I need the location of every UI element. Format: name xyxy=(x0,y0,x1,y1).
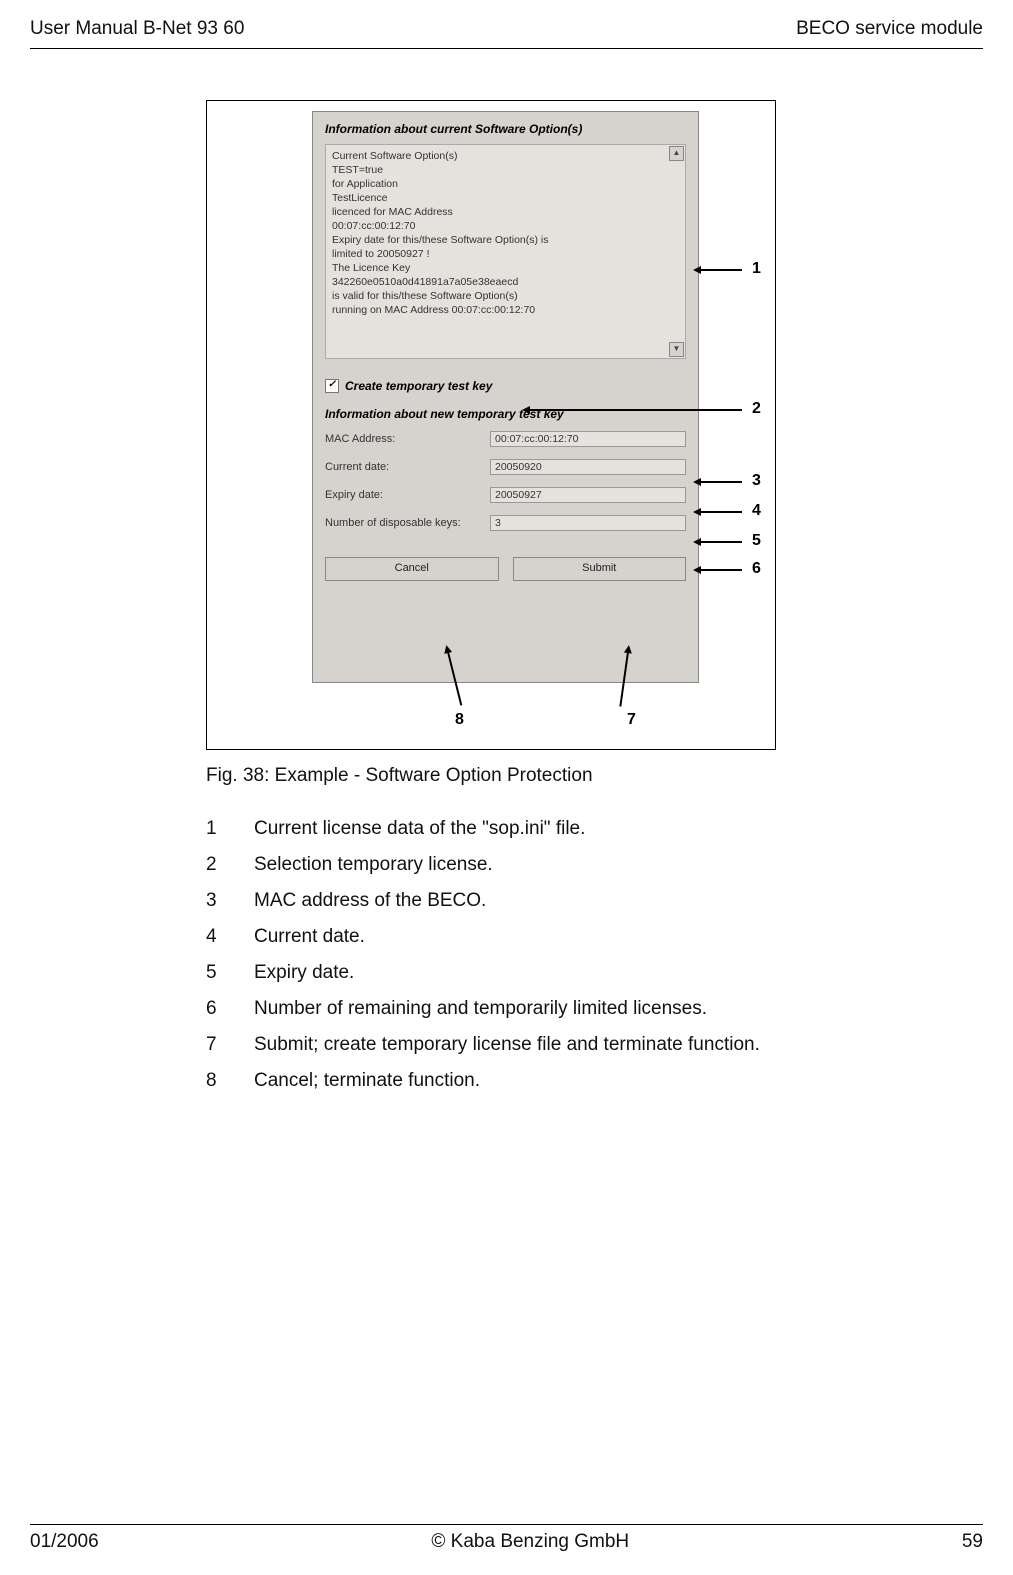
checkbox-row[interactable]: ✓ Create temporary test key xyxy=(325,379,686,393)
callout-7: 7 xyxy=(627,711,636,729)
legend-num: 6 xyxy=(206,998,254,1020)
arrow-icon xyxy=(700,569,742,571)
disposable-keys-field[interactable]: 3 xyxy=(490,515,686,531)
arrow-icon xyxy=(700,541,742,543)
field-label: Expiry date: xyxy=(325,489,490,501)
field-label: Current date: xyxy=(325,461,490,473)
arrow-icon xyxy=(700,511,742,513)
field-mac: MAC Address: 00:07:cc:00:12:70 xyxy=(325,431,686,447)
callout-5: 5 xyxy=(752,532,761,550)
footer-copyright: © Kaba Benzing GmbH xyxy=(431,1531,629,1553)
info-line: is valid for this/these Software Option(… xyxy=(332,289,679,303)
legend-item: 4 Current date. xyxy=(206,926,760,948)
info-line: running on MAC Address 00:07:cc:00:12:70 xyxy=(332,303,679,317)
checkbox-label: Create temporary test key xyxy=(345,379,492,393)
current-date-field[interactable]: 20050920 xyxy=(490,459,686,475)
legend-num: 5 xyxy=(206,962,254,984)
legend-text: Current license data of the "sop.ini" fi… xyxy=(254,818,585,840)
expiry-date-field[interactable]: 20050927 xyxy=(490,487,686,503)
legend-text: Selection temporary license. xyxy=(254,854,493,876)
arrow-icon xyxy=(529,409,742,411)
info-line: The Licence Key xyxy=(332,261,679,275)
legend-num: 2 xyxy=(206,854,254,876)
field-label: MAC Address: xyxy=(325,433,490,445)
field-disposable-keys: Number of disposable keys: 3 xyxy=(325,515,686,531)
info-line: Current Software Option(s) xyxy=(332,149,679,163)
legend-item: 6 Number of remaining and temporarily li… xyxy=(206,998,760,1020)
legend-num: 8 xyxy=(206,1070,254,1092)
callout-2: 2 xyxy=(752,400,761,418)
submit-button[interactable]: Submit xyxy=(513,557,687,581)
legend-num: 1 xyxy=(206,818,254,840)
info-textarea[interactable]: Current Software Option(s) TEST=true for… xyxy=(325,144,686,359)
scroll-down-icon[interactable]: ▼ xyxy=(669,342,684,357)
legend-item: 5 Expiry date. xyxy=(206,962,760,984)
info-line: limited to 20050927 ! xyxy=(332,247,679,261)
info-line: 00:07:cc:00:12:70 xyxy=(332,219,679,233)
page-footer: 01/2006 © Kaba Benzing GmbH 59 xyxy=(30,1524,983,1553)
dialog-window: Information about current Software Optio… xyxy=(312,111,699,683)
legend-item: 1 Current license data of the "sop.ini" … xyxy=(206,818,760,840)
footer-date: 01/2006 xyxy=(30,1531,99,1553)
mac-address-field[interactable]: 00:07:cc:00:12:70 xyxy=(490,431,686,447)
legend-item: 3 MAC address of the BECO. xyxy=(206,890,760,912)
field-current-date: Current date: 20050920 xyxy=(325,459,686,475)
callout-3: 3 xyxy=(752,472,761,490)
legend-num: 4 xyxy=(206,926,254,948)
scroll-up-icon[interactable]: ▲ xyxy=(669,146,684,161)
info-line: licenced for MAC Address xyxy=(332,205,679,219)
figure-box: Information about current Software Optio… xyxy=(206,100,776,750)
legend-text: Submit; create temporary license file an… xyxy=(254,1034,760,1056)
footer-rule xyxy=(30,1524,983,1525)
header-right: BECO service module xyxy=(796,18,983,40)
legend-text: Number of remaining and temporarily limi… xyxy=(254,998,707,1020)
callout-1: 1 xyxy=(752,260,761,278)
field-expiry-date: Expiry date: 20050927 xyxy=(325,487,686,503)
callout-6: 6 xyxy=(752,560,761,578)
dialog-title-1: Information about current Software Optio… xyxy=(313,112,698,144)
arrow-icon xyxy=(700,481,742,483)
info-line: 342260e0510a0d41891a7a05e38eaecd xyxy=(332,275,679,289)
legend-item: 2 Selection temporary license. xyxy=(206,854,760,876)
info-line: Expiry date for this/these Software Opti… xyxy=(332,233,679,247)
legend-item: 8 Cancel; terminate function. xyxy=(206,1070,760,1092)
cancel-button[interactable]: Cancel xyxy=(325,557,499,581)
field-label: Number of disposable keys: xyxy=(325,517,490,529)
footer-page-number: 59 xyxy=(962,1531,983,1553)
legend-text: Current date. xyxy=(254,926,365,948)
info-line: TEST=true xyxy=(332,163,679,177)
callout-8: 8 xyxy=(455,711,464,729)
arrow-icon xyxy=(700,269,742,271)
legend-num: 3 xyxy=(206,890,254,912)
legend-list: 1 Current license data of the "sop.ini" … xyxy=(206,818,760,1106)
legend-text: MAC address of the BECO. xyxy=(254,890,486,912)
figure-caption: Fig. 38: Example - Software Option Prote… xyxy=(206,765,593,787)
info-line: TestLicence xyxy=(332,191,679,205)
legend-text: Cancel; terminate function. xyxy=(254,1070,480,1092)
header-rule xyxy=(30,48,983,49)
legend-text: Expiry date. xyxy=(254,962,354,984)
legend-item: 7 Submit; create temporary license file … xyxy=(206,1034,760,1056)
legend-num: 7 xyxy=(206,1034,254,1056)
header-left: User Manual B-Net 93 60 xyxy=(30,18,244,40)
checkbox-icon[interactable]: ✓ xyxy=(325,379,339,393)
callout-4: 4 xyxy=(752,502,761,520)
info-line: for Application xyxy=(332,177,679,191)
